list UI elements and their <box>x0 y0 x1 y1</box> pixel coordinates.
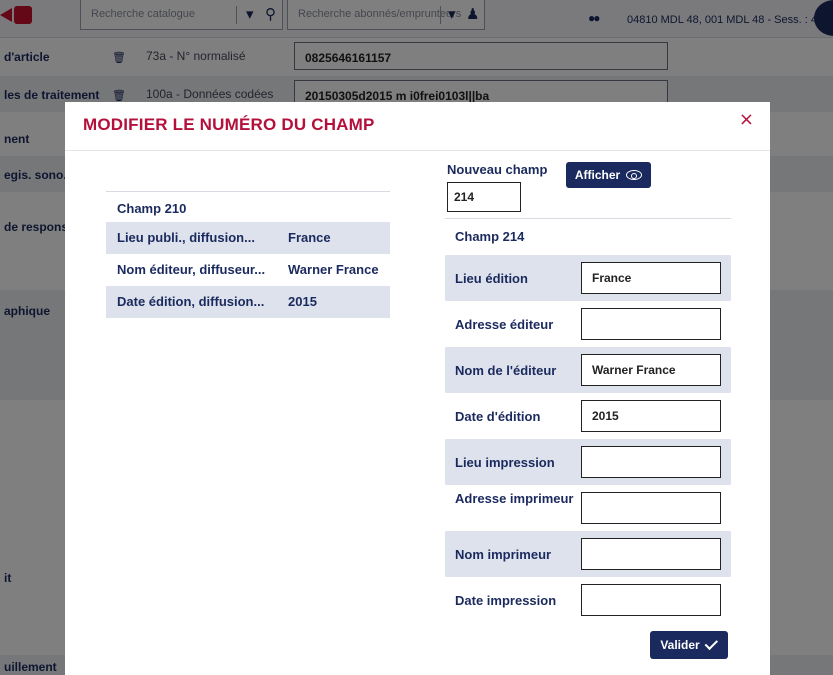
show-button-label: Afficher <box>574 168 621 182</box>
target-row-label: Adresse imprimeur <box>455 491 574 506</box>
nom-editeur-input[interactable] <box>581 354 721 386</box>
close-icon[interactable]: × <box>739 109 754 130</box>
target-row-label: Lieu édition <box>455 271 528 286</box>
adresse-imprimeur-input[interactable] <box>581 492 721 524</box>
adresse-editeur-input[interactable] <box>581 308 721 340</box>
validate-button[interactable]: Valider <box>650 631 728 659</box>
checkmark-icon <box>704 636 718 650</box>
date-impression-input[interactable] <box>581 584 721 616</box>
source-row-value: Warner France <box>288 262 379 277</box>
target-row-label: Lieu impression <box>455 455 555 470</box>
eye-icon <box>626 170 643 180</box>
source-row-label: Date édition, diffusion... <box>117 294 265 309</box>
target-row-date-impression: Date impression <box>445 577 731 623</box>
target-row-adresse-editeur: Adresse éditeur <box>445 301 731 347</box>
validate-button-label: Valider <box>660 638 700 652</box>
modal-divider <box>65 150 770 151</box>
modal-title: MODIFIER LE NUMÉRO DU CHAMP <box>83 115 375 134</box>
target-row-nom-imprimeur: Nom imprimeur <box>445 531 731 577</box>
lieu-impression-input[interactable] <box>581 446 721 478</box>
source-row: Nom éditeur, diffuseur... Warner France <box>106 254 390 286</box>
target-row-label: Adresse éditeur <box>455 317 554 332</box>
new-field-input[interactable] <box>447 182 521 212</box>
target-row-date-edition: Date d'édition <box>445 393 731 439</box>
nom-imprimeur-input[interactable] <box>581 538 721 570</box>
source-row: Lieu publi., diffusion... France <box>106 222 390 254</box>
target-row-lieu-edition: Lieu édition <box>445 255 731 301</box>
new-field-label: Nouveau champ <box>447 162 548 177</box>
target-row-adresse-imprimeur: Adresse imprimeur <box>445 485 731 531</box>
source-field-table: Champ 210 Lieu publi., diffusion... Fran… <box>106 191 390 318</box>
target-row-label: Date d'édition <box>455 409 541 424</box>
date-edition-input[interactable] <box>581 400 721 432</box>
source-row-value: France <box>288 230 331 245</box>
target-row-nom-editeur: Nom de l'éditeur <box>445 347 731 393</box>
source-row-label: Nom éditeur, diffuseur... <box>117 262 266 277</box>
show-button[interactable]: Afficher <box>566 162 651 188</box>
target-row-label: Date impression <box>455 593 557 608</box>
modify-field-modal: MODIFIER LE NUMÉRO DU CHAMP × Champ 210 … <box>65 102 770 675</box>
source-row-value: 2015 <box>288 294 317 309</box>
target-field-form: Champ 214 Lieu édition Adresse éditeur N… <box>445 218 731 623</box>
target-row-label: Nom de l'éditeur <box>455 363 557 378</box>
source-row: Date édition, diffusion... 2015 <box>106 286 390 318</box>
source-row-label: Lieu publi., diffusion... <box>117 230 255 245</box>
target-row-label: Nom imprimeur <box>455 547 552 562</box>
target-row-lieu-impression: Lieu impression <box>445 439 731 485</box>
lieu-edition-input[interactable] <box>581 262 721 294</box>
target-field-heading: Champ 214 <box>455 229 525 244</box>
source-field-heading: Champ 210 <box>117 201 187 216</box>
